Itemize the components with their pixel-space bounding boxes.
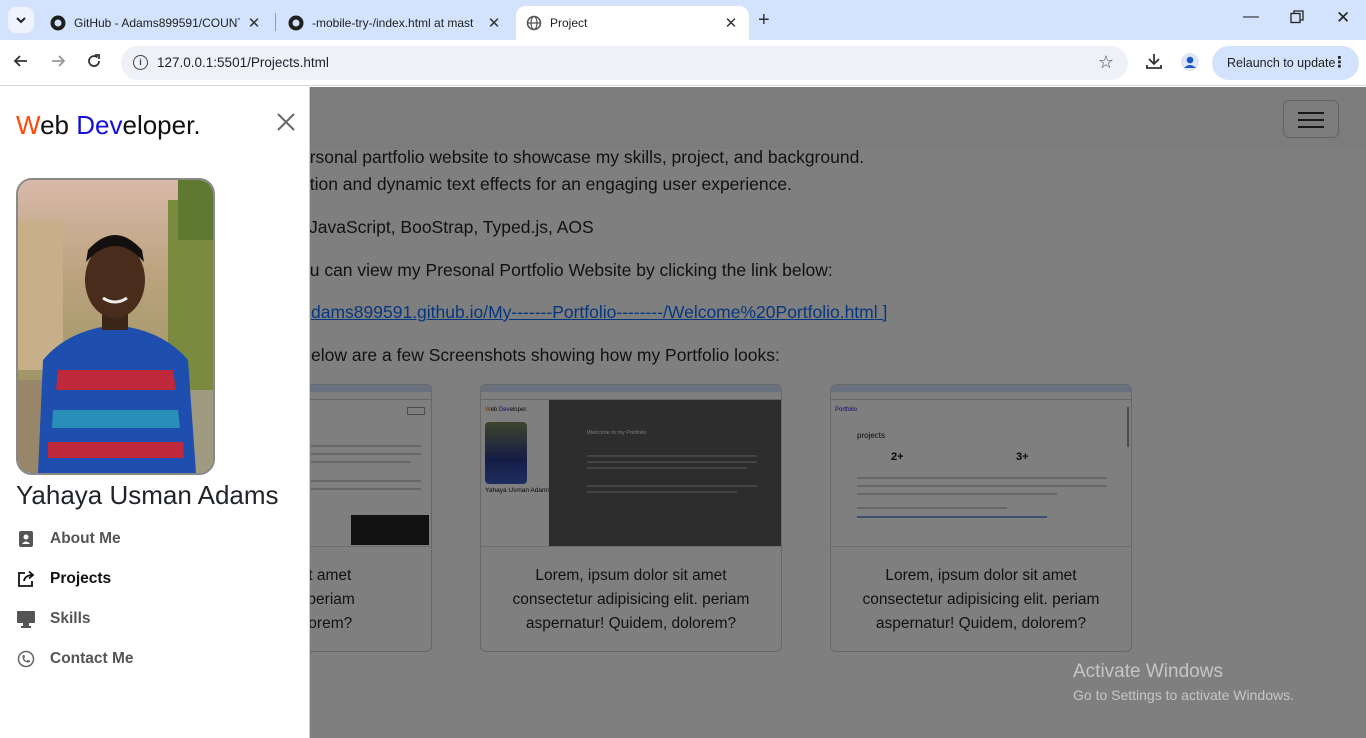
brand-logo[interactable]: Web Developer. (16, 110, 201, 141)
download-icon[interactable] (1145, 52, 1163, 75)
menu-item-projects[interactable]: Projects (16, 564, 296, 594)
restore-icon[interactable] (1290, 10, 1304, 29)
minimize-icon[interactable]: — (1243, 8, 1259, 26)
chevron-down-icon (16, 17, 26, 24)
new-tab-icon[interactable]: + (758, 9, 770, 32)
tab-mobile-try[interactable]: -mobile-try-/index.html at mast ✕ (278, 6, 512, 40)
tab-github-count[interactable]: GitHub - Adams899591/COUNT ✕ (40, 6, 272, 40)
github-icon (50, 15, 66, 31)
close-icon (277, 113, 295, 131)
menu-item-skills[interactable]: Skills (16, 604, 296, 634)
address-bar[interactable]: i 127.0.0.1:5501/Projects.html ☆ (121, 46, 1128, 80)
bookmark-star-icon[interactable]: ☆ (1098, 52, 1114, 73)
reload-icon[interactable] (86, 53, 102, 74)
tab-title: GitHub - Adams899591/COUNT (74, 16, 240, 30)
tab-search-button[interactable] (8, 7, 34, 33)
tab-title: -mobile-try-/index.html at mast (312, 16, 474, 30)
share-icon (16, 569, 36, 589)
profile-photo (16, 178, 215, 475)
close-tab-icon[interactable]: ✕ (486, 14, 502, 32)
offcanvas-sidebar: Web Developer. Yahaya Usman Adams About … (0, 87, 310, 738)
close-offcanvas-button[interactable] (274, 110, 298, 134)
address-card-icon (16, 529, 36, 549)
tab-project[interactable]: Project ✕ (516, 6, 749, 40)
github-icon (288, 15, 304, 31)
menu-dots-icon[interactable]: ⋮ (1332, 53, 1347, 71)
url-text[interactable]: 127.0.0.1:5501/Projects.html (157, 55, 329, 70)
brand-text-rest: eloper. (122, 110, 201, 140)
forward-icon[interactable] (50, 53, 66, 74)
browser-toolbar: i 127.0.0.1:5501/Projects.html ☆ Relaunc… (0, 40, 1366, 86)
close-tab-icon[interactable]: ✕ (723, 14, 739, 32)
brand-letter-w: W (16, 110, 41, 140)
close-window-icon[interactable]: ✕ (1336, 8, 1350, 28)
person-name: Yahaya Usman Adams (16, 480, 279, 510)
menu-item-about-me[interactable]: About Me (16, 524, 296, 554)
desktop-icon (16, 609, 36, 629)
brand-text-eb: eb (40, 110, 77, 140)
watermark-line-1: Activate Windows (1073, 661, 1223, 682)
profile-icon[interactable] (1180, 52, 1200, 77)
back-icon[interactable] (13, 53, 29, 74)
brand-text-dev: Dev (76, 110, 123, 140)
phone-icon (16, 649, 36, 669)
globe-icon (526, 15, 542, 31)
watermark-line-2: Go to Settings to activate Windows. (1073, 687, 1294, 703)
menu-item-label: Skills (50, 610, 91, 627)
close-tab-icon[interactable]: ✕ (246, 14, 262, 32)
menu-item-label: About Me (50, 530, 121, 547)
page-viewport: ersonal partfolio website to showcase my… (0, 87, 1366, 738)
site-info-icon[interactable]: i (133, 55, 148, 70)
relaunch-button[interactable]: Relaunch to update ⋮ (1212, 46, 1359, 80)
menu-item-label: Projects (50, 570, 112, 587)
menu-item-label: Contact Me (50, 650, 134, 667)
windows-activation-watermark: Activate Windows Go to Settings to activ… (1073, 661, 1294, 703)
menu-item-contact-me[interactable]: Contact Me (16, 644, 296, 674)
tab-strip: GitHub - Adams899591/COUNT ✕ -mobile-try… (0, 0, 1366, 40)
tab-title: Project (550, 16, 588, 30)
relaunch-label: Relaunch to update (1227, 56, 1336, 70)
